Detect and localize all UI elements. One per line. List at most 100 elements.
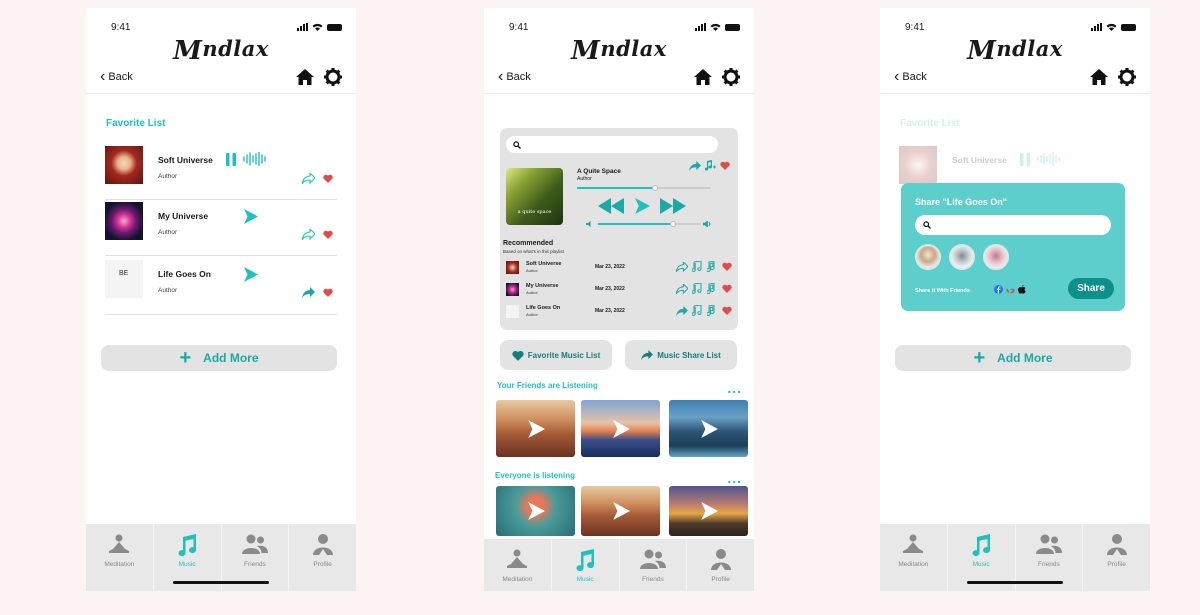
back-button[interactable]: ‹ Back	[498, 69, 531, 85]
home-icon[interactable]	[1090, 69, 1108, 85]
tab-meditation[interactable]: Meditation	[484, 539, 552, 591]
video-thumbnail[interactable]	[669, 400, 748, 457]
recommended-item[interactable]: Soft Universe Author Mar 23, 2022	[506, 261, 732, 277]
friend-avatar[interactable]	[915, 244, 941, 270]
status-icons	[297, 23, 342, 31]
play-icon[interactable]	[634, 198, 650, 214]
heart-icon[interactable]	[722, 284, 732, 293]
recommended-item[interactable]: My Universe Author Mar 23, 2022	[506, 283, 732, 299]
share-icon[interactable]	[676, 305, 688, 316]
profile-icon	[710, 549, 731, 570]
heart-icon[interactable]	[323, 230, 333, 239]
recommended-title: Recommended	[503, 240, 554, 247]
song-title: Life Goes On	[158, 269, 211, 279]
section-title: Everyone is listening	[495, 471, 576, 480]
video-thumbnail[interactable]	[581, 400, 660, 457]
share-icon[interactable]	[302, 173, 315, 184]
share-icon	[641, 350, 654, 360]
facebook-icon[interactable]	[994, 285, 1003, 294]
more-icon[interactable]: ...	[727, 471, 742, 485]
volume-knob[interactable]	[670, 221, 676, 227]
battery-icon	[327, 23, 342, 31]
nav-divider	[880, 93, 1150, 94]
share-icon[interactable]	[676, 261, 688, 272]
progress-bar[interactable]	[577, 187, 711, 189]
heart-icon[interactable]	[720, 161, 730, 170]
progress-knob[interactable]	[652, 185, 658, 191]
heart-icon[interactable]	[722, 262, 732, 271]
friend-search-input[interactable]	[915, 215, 1111, 235]
share-icon[interactable]	[676, 283, 688, 294]
search-input[interactable]	[506, 136, 718, 153]
status-time: 9:41	[111, 21, 131, 33]
video-thumbnail[interactable]	[496, 486, 575, 536]
player-author: Author	[577, 176, 592, 182]
tab-profile[interactable]: Profile	[289, 524, 356, 591]
tab-friends[interactable]: Friends	[620, 539, 688, 591]
tab-meditation[interactable]: Meditation	[880, 524, 948, 591]
add-more-button[interactable]: + Add More	[895, 345, 1131, 371]
tab-meditation[interactable]: Meditation	[86, 524, 154, 591]
share-icon[interactable]	[302, 229, 315, 240]
favorite-music-list-button[interactable]: Favorite Music List	[500, 340, 612, 370]
tab-music[interactable]: Music	[552, 539, 620, 591]
video-thumbnail[interactable]	[496, 400, 575, 457]
heart-icon[interactable]	[323, 288, 333, 297]
more-icon[interactable]: ...	[727, 381, 742, 395]
play-icon[interactable]	[243, 209, 258, 224]
pause-icon[interactable]	[225, 152, 237, 166]
gear-icon[interactable]	[324, 68, 342, 86]
video-thumbnail[interactable]	[669, 486, 748, 536]
recommended-item[interactable]: Life Goes On Author Mar 23, 2022	[506, 305, 732, 321]
play-icon	[527, 502, 545, 520]
fast-forward-icon[interactable]	[660, 198, 686, 214]
rewind-icon[interactable]	[598, 198, 624, 214]
google-icon[interactable]	[1006, 285, 1015, 294]
volume-high-icon	[703, 221, 711, 227]
home-icon[interactable]	[296, 69, 314, 85]
gear-icon[interactable]	[722, 68, 740, 86]
favorite-item[interactable]: Soft Universe Author	[105, 146, 337, 200]
add-to-playlist-icon[interactable]	[705, 160, 716, 171]
share-icon[interactable]	[302, 287, 315, 298]
chevron-left-icon: ‹	[100, 68, 106, 85]
player-card: a quite space A Quite Space Author Recom…	[500, 128, 738, 330]
add-to-playlist-icon[interactable]	[707, 283, 718, 294]
apple-icon[interactable]	[1018, 285, 1026, 294]
play-icon[interactable]	[243, 267, 258, 282]
player-title: A Quite Space	[577, 168, 621, 175]
gear-icon[interactable]	[1118, 68, 1136, 86]
app-logo: Mndlax	[967, 36, 1063, 66]
favorite-item[interactable]: My Universe Author	[105, 202, 337, 256]
add-more-button[interactable]: + Add More	[101, 345, 337, 371]
music-list-icon[interactable]	[692, 305, 703, 316]
music-note-icon	[576, 549, 595, 572]
back-button[interactable]: ‹ Back	[100, 69, 133, 85]
music-list-icon[interactable]	[692, 283, 703, 294]
volume-bar[interactable]	[598, 223, 701, 225]
music-list-icon[interactable]	[692, 261, 703, 272]
song-thumbnail	[506, 305, 519, 318]
video-thumbnail[interactable]	[581, 486, 660, 536]
song-title: My Universe	[158, 211, 209, 221]
tab-profile[interactable]: Profile	[687, 539, 754, 591]
heart-icon[interactable]	[722, 306, 732, 315]
share-icon[interactable]	[689, 160, 701, 171]
back-button[interactable]: ‹ Back	[894, 69, 927, 85]
favorite-item[interactable]: BE Life Goes On Author	[105, 260, 337, 315]
volume-low-icon	[586, 221, 591, 227]
add-to-playlist-icon[interactable]	[707, 305, 718, 316]
share-button[interactable]: Share	[1068, 278, 1114, 299]
friend-avatar[interactable]	[983, 244, 1009, 270]
friend-avatar[interactable]	[949, 244, 975, 270]
section-title: Favorite List	[900, 118, 960, 129]
play-icon	[612, 419, 630, 438]
share-modal: Share "Life Goes On" Share it With Frien…	[901, 183, 1125, 311]
music-share-list-button[interactable]: Music Share List	[625, 340, 737, 370]
heart-icon[interactable]	[323, 174, 333, 183]
add-to-playlist-icon[interactable]	[707, 261, 718, 272]
tab-profile[interactable]: Profile	[1083, 524, 1150, 591]
home-icon[interactable]	[694, 69, 712, 85]
player-controls	[598, 198, 686, 214]
section-title: Favorite List	[106, 118, 166, 129]
